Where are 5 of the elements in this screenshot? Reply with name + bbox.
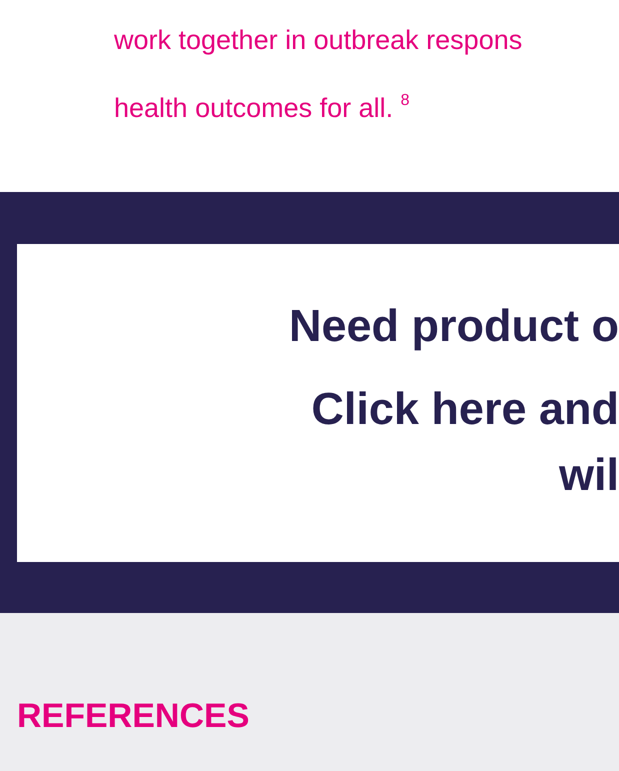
body-text: health outcomes for all. $^{8}$ (114, 91, 410, 125)
body-text: work together in outbreak respons (114, 24, 522, 57)
callout-link[interactable]: Click here and wil (311, 376, 619, 508)
references-heading: REFERENCES (17, 696, 250, 737)
callout-heading: Need product o (288, 299, 619, 353)
